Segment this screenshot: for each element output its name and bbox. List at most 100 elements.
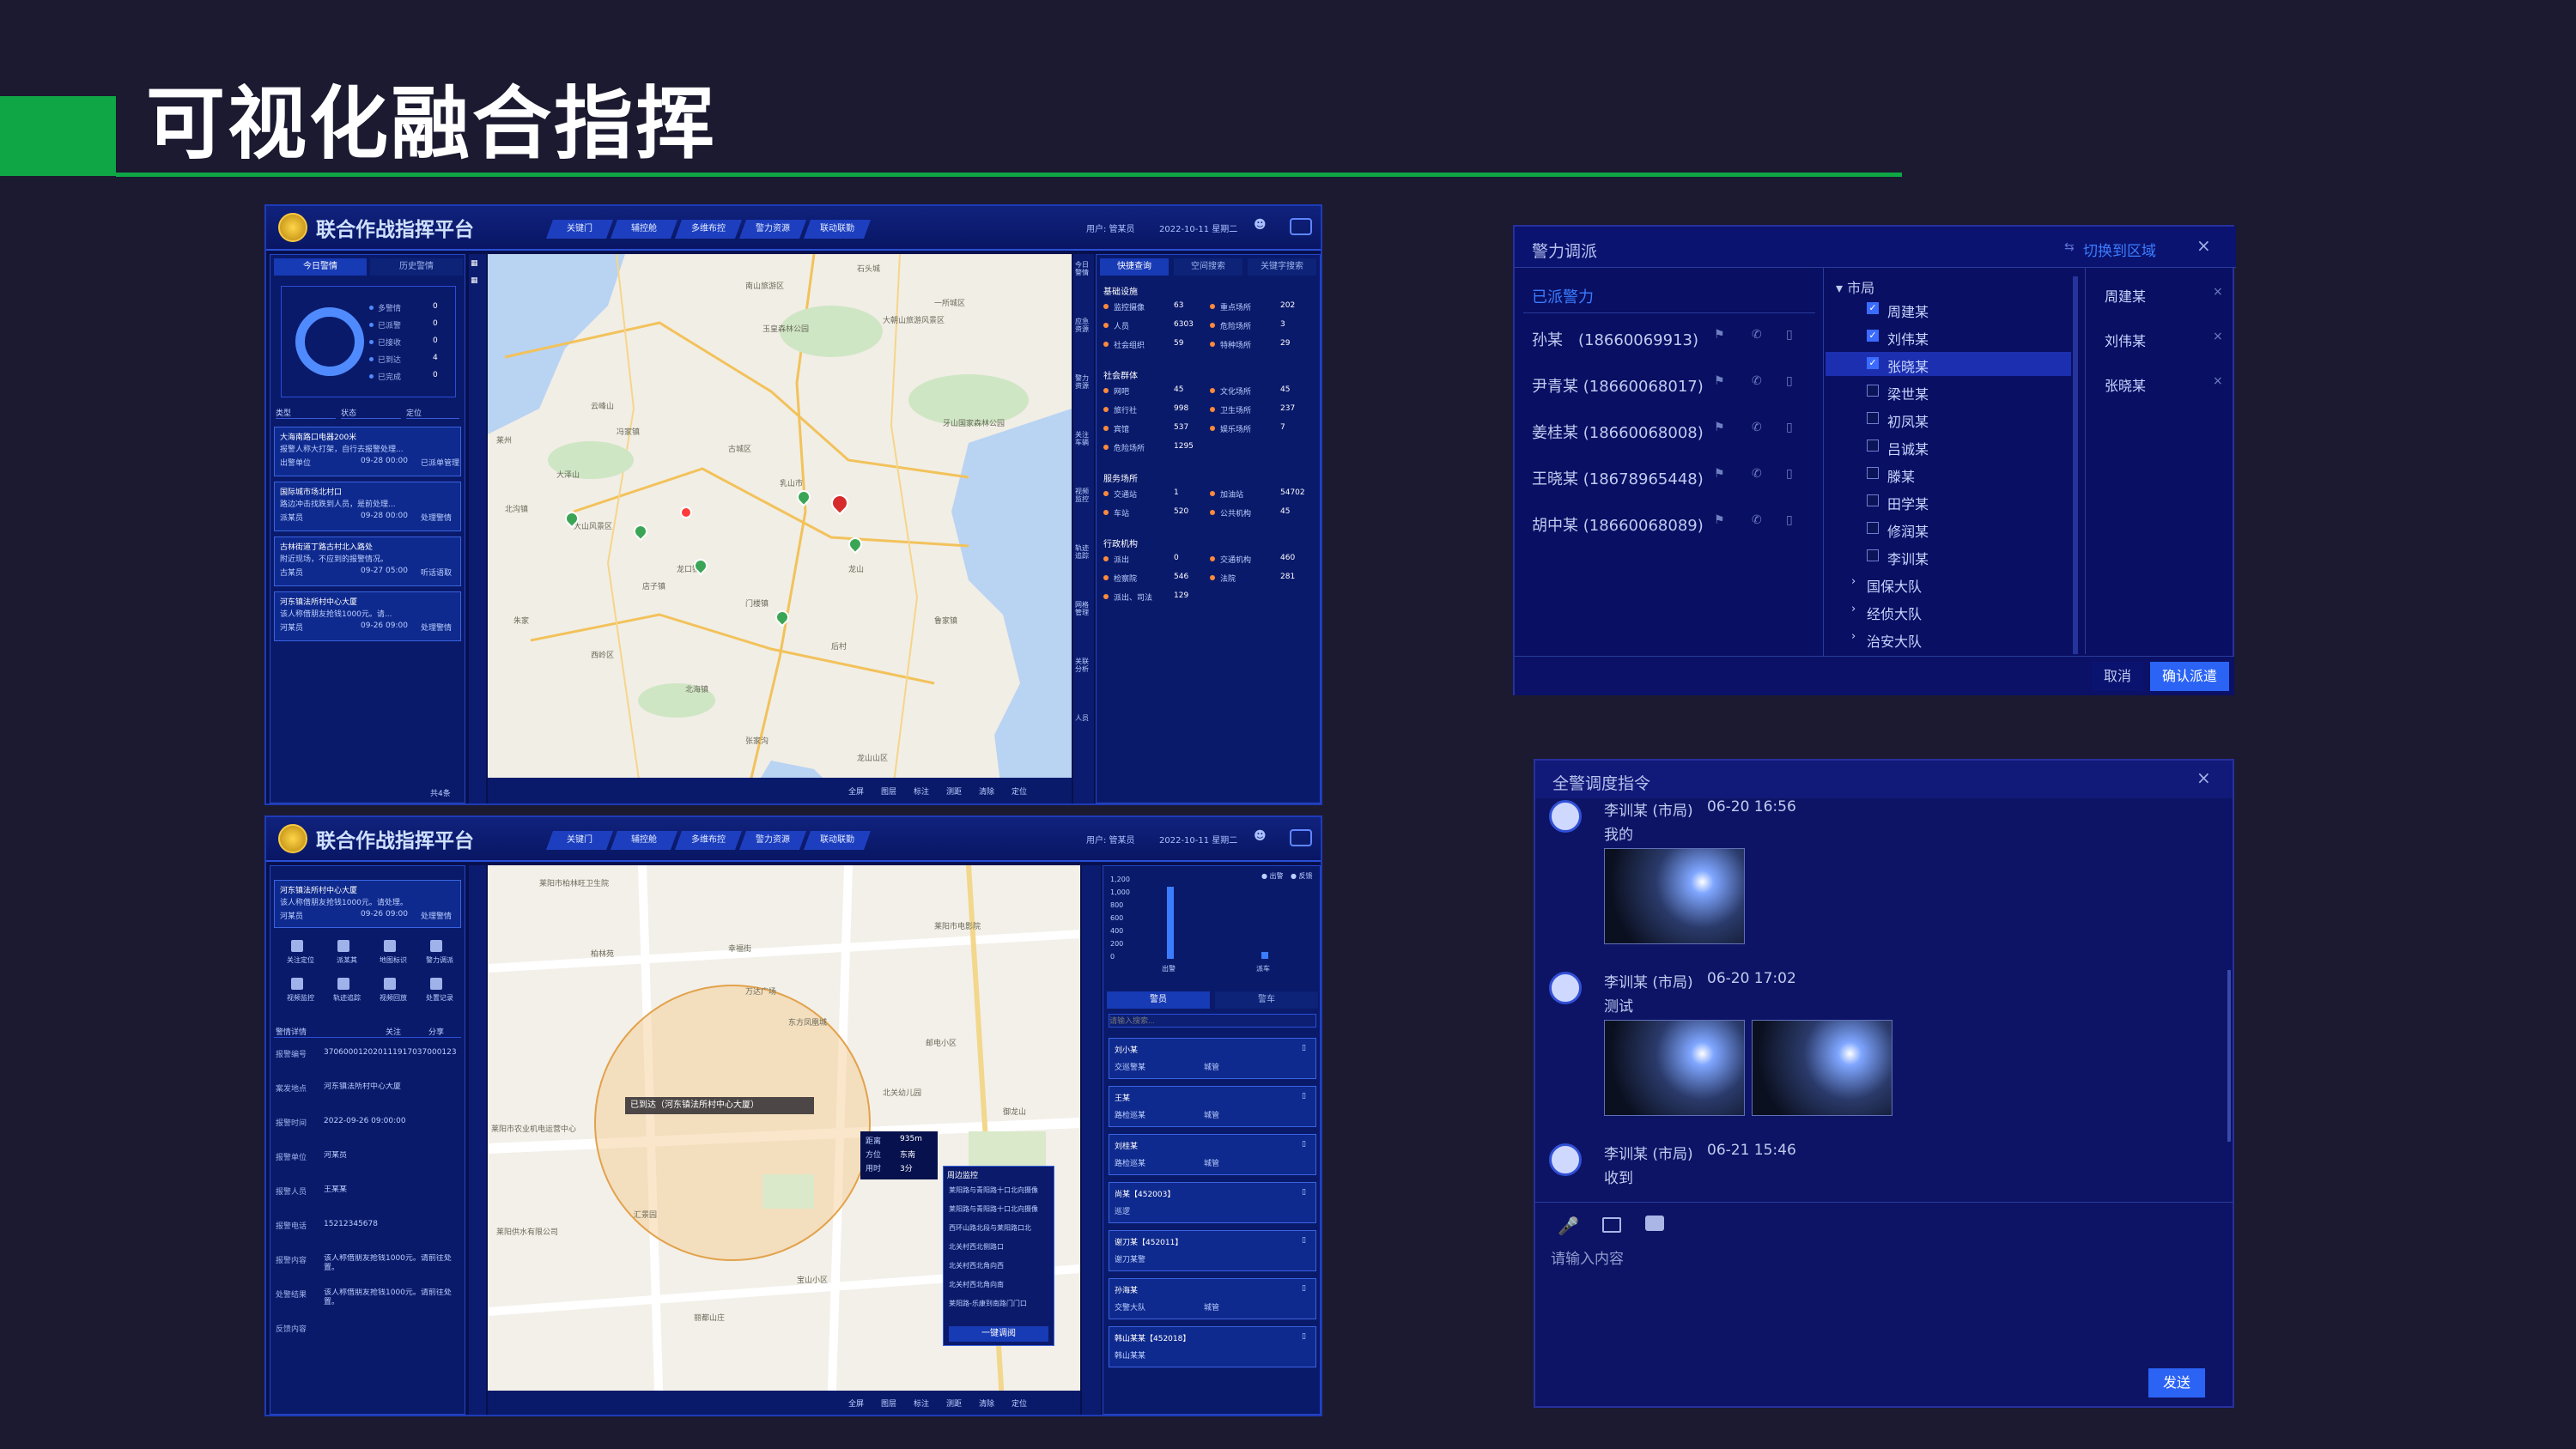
phone-icon[interactable]: ▯ [1302, 1044, 1306, 1052]
poi-name[interactable]: 重点场所 [1220, 301, 1251, 312]
poi-name[interactable]: 公共机构 [1220, 507, 1251, 518]
action-icon[interactable] [430, 940, 442, 952]
toolbar-button[interactable]: 标注 [914, 785, 929, 797]
officer-card[interactable]: 韩山某某【452018】 韩山某某 ▯ [1109, 1326, 1316, 1367]
toolbar-button[interactable]: 清除 [979, 785, 994, 797]
member-name[interactable]: 梁世某 [1887, 383, 1929, 403]
phone-icon[interactable]: ▯ [1302, 1092, 1306, 1100]
message-image-thumbnail[interactable] [1604, 848, 1745, 944]
officer-card[interactable]: 刘小某 交巡警某 城管 ▯ [1109, 1038, 1316, 1079]
chat-scrollbar[interactable] [2227, 970, 2231, 1142]
chat-close-icon[interactable]: × [2196, 767, 2211, 788]
phone-icon[interactable]: ✆ [1752, 421, 1762, 434]
expand-arrow-icon[interactable]: › [1851, 630, 1856, 643]
image-icon[interactable] [1602, 1217, 1621, 1233]
nav-tab-5[interactable]: 联动联勤 [803, 220, 872, 239]
side-nav-item[interactable]: 今日警情 [1075, 261, 1092, 276]
side-nav-item[interactable]: 视频监控 [1075, 488, 1092, 503]
tab-history-alerts[interactable]: 历史警情 [370, 258, 463, 276]
phone-icon[interactable]: ✆ [1752, 467, 1762, 481]
remove-icon[interactable]: × [2213, 330, 2223, 343]
nav-tab-2-1[interactable]: 关键门 [545, 831, 614, 850]
filter-type[interactable]: 类型 [276, 407, 336, 419]
strip-icon-1[interactable]: ▦ [471, 259, 484, 268]
toolbar-button[interactable]: 图层 [881, 1397, 896, 1409]
action-label[interactable]: 轨迹追踪 [325, 993, 368, 1003]
tab-keyword-search[interactable]: 关键字搜索 [1248, 258, 1316, 276]
side-nav-item[interactable]: 网格管理 [1075, 601, 1092, 616]
screen-icon-2[interactable] [1290, 829, 1312, 846]
action-icon[interactable] [384, 940, 396, 952]
camera-item[interactable]: 西环山路北段与莱阳路口北 [949, 1223, 1048, 1233]
mobile-icon[interactable]: ▯ [1786, 467, 1793, 481]
mobile-icon[interactable]: ▯ [1786, 374, 1793, 388]
poi-name[interactable]: 文化场所 [1220, 385, 1251, 397]
follow-button[interactable]: 关注 [386, 1026, 401, 1037]
side-nav-item[interactable]: 人员 [1075, 714, 1092, 722]
phone-icon[interactable]: ▯ [1302, 1140, 1306, 1149]
chat-input[interactable]: 请输入内容 [1551, 1246, 2221, 1375]
camera-item[interactable]: 莱阳路与青阳路十口北向摄像 [949, 1204, 1048, 1214]
member-checkbox[interactable]: ✓ [1867, 330, 1879, 342]
tree-group[interactable]: 国保大队 [1867, 575, 1922, 596]
member-name[interactable]: 吕诚某 [1887, 438, 1929, 458]
poi-name[interactable]: 卫生场所 [1220, 404, 1251, 415]
nav-tab-2-4[interactable]: 警力资源 [738, 831, 807, 850]
alert-card[interactable]: 大海南路口电器200米 报警人称大打架，自行去报警处理... 出警单位 09-28 0… [274, 427, 461, 476]
camera-item[interactable]: 莱阳路-乐康到南路门门口 [949, 1299, 1048, 1308]
tab-today-alerts[interactable]: 今日警情 [274, 258, 367, 276]
officer-card[interactable]: 刘桂某 路检巡某 城管 ▯ [1109, 1134, 1316, 1175]
toolbar-button[interactable]: 定位 [1012, 785, 1027, 797]
camera-item[interactable]: 莱阳路与青阳路十口北向摄像 [949, 1185, 1048, 1195]
action-icon[interactable] [337, 978, 349, 990]
nav-tab-3[interactable]: 多维布控 [674, 220, 743, 239]
nav-tab-2-5[interactable]: 联动联勤 [803, 831, 872, 850]
member-checkbox[interactable]: ✓ [1867, 302, 1879, 314]
poi-name[interactable]: 特种场所 [1220, 339, 1251, 350]
side-nav-item[interactable]: 关注车辆 [1075, 431, 1092, 446]
poi-name[interactable]: 检察院 [1114, 573, 1137, 584]
member-checkbox[interactable]: ✓ [1867, 357, 1879, 369]
tree-root[interactable]: ▾ 市局 [1836, 276, 1874, 297]
tab-space-search[interactable]: 空间搜索 [1174, 258, 1242, 276]
officer-card[interactable]: 孙海某 交警大队 城管 ▯ [1109, 1278, 1316, 1319]
flag-icon[interactable]: ⚑ [1714, 374, 1725, 388]
member-checkbox[interactable] [1867, 385, 1879, 397]
remove-icon[interactable]: × [2213, 374, 2223, 388]
message-image-thumbnail[interactable] [1752, 1020, 1893, 1116]
phone-icon[interactable]: ▯ [1302, 1236, 1306, 1245]
strip-icon-2[interactable]: ▦ [471, 276, 484, 285]
poi-name[interactable]: 派出、司法 [1114, 591, 1152, 603]
poi-name[interactable]: 娱乐场所 [1220, 423, 1251, 434]
officer-card[interactable]: 尚某【452003】 巡逻 ▯ [1109, 1182, 1316, 1223]
map-view[interactable]: 石头城 南山旅游区 玉皇森林公园 大朝山旅游风景区 一所城区 云峰山 牙山国家森林公园 莱州大… [488, 254, 1072, 803]
switch-area-link[interactable]: 切换到区域 [2083, 239, 2156, 260]
action-icon[interactable] [291, 940, 303, 952]
action-icon[interactable] [337, 940, 349, 952]
user-icon[interactable]: ☻ [1254, 218, 1273, 237]
member-name[interactable]: 张晓某 [1887, 355, 1929, 376]
poi-name[interactable]: 危险场所 [1114, 442, 1145, 453]
side-nav-item[interactable]: 轨迹追踪 [1075, 544, 1092, 560]
incident-card[interactable]: 河东镇法所村中心大厦 该人称借朋友抢钱1000元。请处理。 河某员 09-26 … [274, 880, 461, 928]
incident-marker[interactable] [680, 506, 692, 518]
side-nav-item[interactable]: 应急资源 [1075, 318, 1092, 333]
close-icon[interactable]: × [2196, 235, 2211, 256]
toolbar-button[interactable]: 测距 [946, 785, 962, 797]
mobile-icon[interactable]: ▯ [1786, 421, 1793, 434]
action-icon[interactable] [384, 978, 396, 990]
member-checkbox[interactable] [1867, 412, 1879, 424]
member-name[interactable]: 修润某 [1887, 520, 1929, 541]
poi-name[interactable]: 车站 [1114, 507, 1129, 518]
toolbar-button[interactable]: 测距 [946, 1397, 962, 1409]
tab-vehicles[interactable]: 警车 [1215, 991, 1318, 1009]
poi-name[interactable]: 危险场所 [1220, 320, 1251, 331]
poi-name[interactable]: 网吧 [1114, 385, 1129, 397]
phone-icon[interactable]: ✆ [1752, 374, 1762, 388]
phone-icon[interactable]: ✆ [1752, 328, 1762, 342]
map-view-2[interactable]: 莱阳市柏林旺卫生院 幸福街 柏林苑 东方凤凰城 邮电小区 北关幼儿园 莱阳市农业机电运营中心… [488, 865, 1080, 1415]
tree-group[interactable]: 经侦大队 [1867, 603, 1922, 623]
officer-card[interactable]: 谢刀某【452011】 谢刀某警 ▯ [1109, 1230, 1316, 1271]
officer-card[interactable]: 王某 路检巡某 城管 ▯ [1109, 1086, 1316, 1127]
poi-name[interactable]: 社会组织 [1114, 339, 1145, 350]
